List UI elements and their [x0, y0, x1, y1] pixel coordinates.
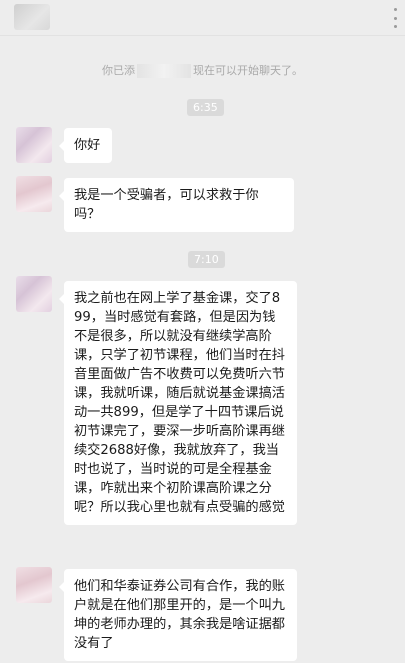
system-notice: 你已添 现在可以开始聊天了。	[0, 62, 405, 78]
chat-screen: 你已添 现在可以开始聊天了。 6:35 你好 我是一个受骗者，可以求救于你吗？ 7…	[0, 0, 405, 663]
system-notice-suffix: 现在可以开始聊天了。	[193, 64, 303, 77]
contact-avatar[interactable]	[16, 176, 52, 212]
message-bubble: 我之前也在网上学了基金课，交了899，当时感觉有套路，但是因为钱不是很多，所以就…	[59, 281, 297, 525]
more-vertical-icon[interactable]	[391, 8, 399, 28]
contact-avatar[interactable]	[16, 567, 52, 603]
contact-avatar[interactable]	[14, 4, 50, 30]
contact-avatar[interactable]	[16, 276, 52, 312]
message-bubble: 他们和华泰证券公司有合作，我的账户就是在他们那里开的，是一个叫九坤的老师办理的，…	[59, 569, 297, 661]
timestamp: 6:35	[187, 99, 224, 116]
message-bubble: 我是一个受骗者，可以求救于你吗？	[59, 178, 294, 232]
timestamp: 7:10	[188, 251, 225, 268]
redacted-name	[137, 64, 191, 78]
message-bubble: 你好	[59, 128, 112, 163]
chat-header	[0, 0, 405, 36]
system-notice-prefix: 你已添	[102, 64, 135, 77]
contact-avatar[interactable]	[16, 127, 52, 163]
